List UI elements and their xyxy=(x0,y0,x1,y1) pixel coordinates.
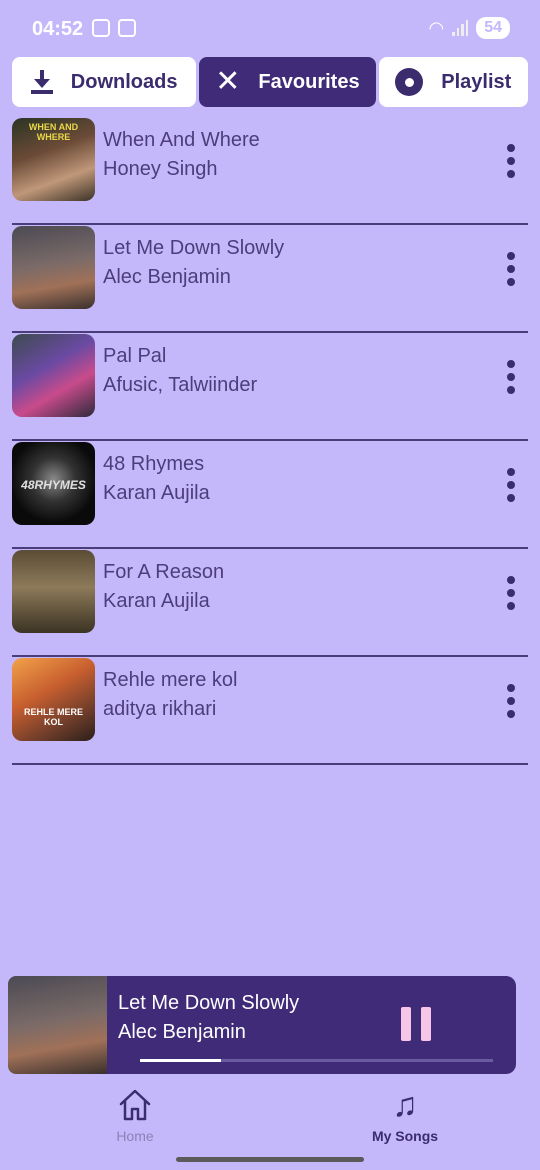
song-artist: Karan Aujila xyxy=(103,590,210,612)
tab-favourites[interactable]: ✕ Favourites xyxy=(199,57,376,107)
music-note-icon: ♫ xyxy=(392,1086,418,1124)
album-art xyxy=(12,550,95,633)
album-art-text: WHEN AND WHERE xyxy=(28,122,79,142)
song-artist: Karan Aujila xyxy=(103,482,210,504)
nav-my-songs[interactable]: ♫ My Songs xyxy=(365,1088,445,1144)
download-icon xyxy=(30,70,53,94)
album-art: REHLE MERE KOL xyxy=(12,658,95,741)
now-playing-album-art xyxy=(8,976,107,1074)
list-item[interactable]: Pal Pal Afusic, Talwiinder xyxy=(12,333,528,441)
home-indicator[interactable] xyxy=(176,1157,364,1162)
song-artist: Honey Singh xyxy=(103,158,218,180)
song-artist: Afusic, Talwiinder xyxy=(103,374,258,396)
song-artist: aditya rikhari xyxy=(103,698,217,720)
now-playing-artist: Alec Benjamin xyxy=(118,1021,246,1043)
song-title: For A Reason xyxy=(103,561,225,583)
tab-downloads[interactable]: Downloads xyxy=(12,57,197,107)
list-item[interactable]: 48RHYMES 48 Rhymes Karan Aujila xyxy=(12,441,528,549)
scan-icon xyxy=(118,19,136,37)
disc-icon xyxy=(395,68,424,96)
tab-favourites-label: Favourites xyxy=(258,70,360,93)
album-art: 48RHYMES xyxy=(12,442,95,525)
signal-icon xyxy=(452,20,469,36)
battery-indicator: 54 xyxy=(476,17,510,39)
nav-home[interactable]: Home xyxy=(108,1088,162,1144)
tab-downloads-label: Downloads xyxy=(70,70,178,93)
tab-playlist[interactable]: Playlist xyxy=(378,57,528,107)
song-title: Rehle mere kol xyxy=(103,669,238,691)
more-options-icon[interactable] xyxy=(506,144,516,178)
more-options-icon[interactable] xyxy=(506,576,516,610)
album-art-text: 48RHYMES xyxy=(21,478,86,492)
status-notification-icons xyxy=(92,19,136,37)
pause-button[interactable] xyxy=(396,1004,436,1044)
song-title: Pal Pal xyxy=(103,345,167,367)
mini-player[interactable]: Let Me Down Slowly Alec Benjamin xyxy=(8,976,516,1074)
wifi-icon: ◠ xyxy=(428,17,445,38)
home-icon xyxy=(119,1089,151,1121)
progress-bar[interactable] xyxy=(140,1059,493,1062)
list-item[interactable]: Let Me Down Slowly Alec Benjamin xyxy=(12,225,528,333)
song-title: When And Where xyxy=(103,129,260,151)
song-artist: Alec Benjamin xyxy=(103,266,231,288)
album-art: WHEN AND WHERE xyxy=(12,118,95,201)
song-title: Let Me Down Slowly xyxy=(103,237,285,259)
album-art xyxy=(12,334,95,417)
album-art xyxy=(12,226,95,309)
nav-my-songs-label: My Songs xyxy=(371,1128,439,1144)
list-item[interactable]: WHEN AND WHERE When And Where Honey Sing… xyxy=(12,117,528,225)
status-right: ◠ 54 xyxy=(428,17,510,39)
screenshot-icon xyxy=(92,19,110,37)
progress-fill xyxy=(140,1059,222,1062)
list-item[interactable]: For A Reason Karan Aujila xyxy=(12,549,528,657)
song-list: WHEN AND WHERE When And Where Honey Sing… xyxy=(12,117,528,765)
more-options-icon[interactable] xyxy=(506,360,516,394)
tab-playlist-label: Playlist xyxy=(441,70,512,93)
pause-icon xyxy=(401,1007,411,1041)
nav-home-label: Home xyxy=(116,1128,154,1144)
now-playing-title: Let Me Down Slowly xyxy=(118,992,300,1014)
list-item[interactable]: REHLE MERE KOL Rehle mere kol aditya rik… xyxy=(12,657,528,765)
close-icon: ✕ xyxy=(215,65,241,98)
song-title: 48 Rhymes xyxy=(103,453,205,475)
status-bar: 04:52 ◠ 54 xyxy=(0,0,540,58)
more-options-icon[interactable] xyxy=(506,684,516,718)
more-options-icon[interactable] xyxy=(506,252,516,286)
tab-bar: Downloads ✕ Favourites Playlist xyxy=(12,57,528,107)
status-time: 04:52 xyxy=(32,18,84,40)
more-options-icon[interactable] xyxy=(506,468,516,502)
album-art-text: REHLE MERE KOL xyxy=(23,707,83,727)
